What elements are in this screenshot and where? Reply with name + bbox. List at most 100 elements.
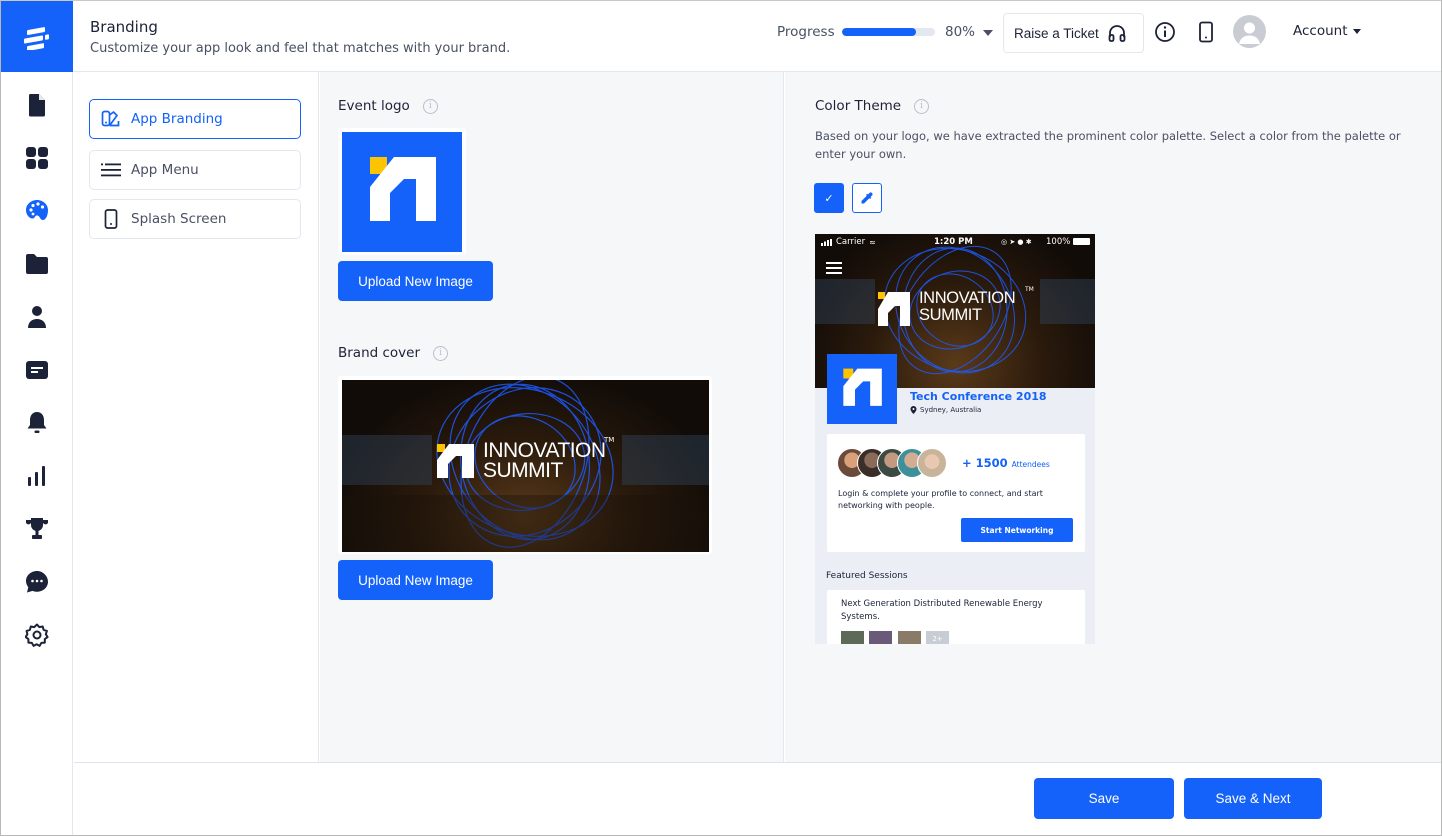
folder-icon [26, 254, 48, 274]
subnav-label: Splash Screen [131, 211, 227, 227]
settings-gear-icon [25, 623, 49, 647]
status-carrier: Carrier [836, 237, 866, 247]
mobile-preview-button[interactable] [1198, 21, 1214, 47]
menu-lines-icon [101, 163, 121, 177]
preview-networking-card: + 1500 Attendees Login & complete your p… [827, 434, 1085, 552]
info-icon[interactable]: i [433, 345, 449, 361]
color-picker-button[interactable] [852, 183, 882, 213]
color-theme-title: Color Theme [815, 98, 902, 114]
rail-item-messages[interactable] [1, 355, 73, 385]
info-icon[interactable]: i [422, 98, 438, 114]
check-icon: ✓ [824, 191, 834, 205]
color-theme-heading: Color Theme i [815, 98, 930, 114]
save-next-button[interactable]: Save & Next [1184, 778, 1322, 819]
preview-cover-title: INNOVATION SUMMIT [919, 290, 1016, 324]
speaker-thumbnail [898, 631, 921, 644]
page-title: Branding [90, 18, 158, 36]
page-header: Branding Customize your app look and fee… [73, 1, 1441, 72]
cover-title-line2: SUMMIT [483, 459, 563, 482]
upload-logo-button[interactable]: Upload New Image [338, 261, 493, 301]
signal-icon [821, 238, 832, 246]
start-networking-button[interactable]: Start Networking [961, 518, 1073, 542]
cover-trademark: TM [604, 436, 615, 444]
rail-item-people[interactable] [1, 302, 73, 332]
event-logo-heading: Event logo i [338, 98, 438, 114]
color-theme-description: Based on your logo, we have extracted th… [815, 129, 1401, 161]
speaker-thumbnail [841, 631, 864, 644]
status-time: 1:20 PM [934, 237, 973, 247]
account-label: Account [1293, 23, 1348, 39]
status-indicators-icon: ◎ ➤ ● ✱ [1001, 238, 1032, 246]
page-footer: Save Save & Next [74, 762, 1441, 835]
subnav-label: App Menu [131, 162, 199, 178]
rail-item-dashboard[interactable] [1, 143, 73, 173]
subnav-item-app-menu[interactable]: App Menu [89, 150, 301, 190]
cover-title-line1: INNOVATION [483, 439, 606, 462]
preview-cover-line2: SUMMIT [919, 306, 982, 324]
subnav-label: App Branding [131, 111, 223, 127]
preview-event-location: Sydney, Australia [910, 406, 981, 414]
event-logo-image [342, 132, 462, 252]
innovation-logo-mark [843, 368, 882, 406]
account-menu[interactable]: Account [1293, 23, 1361, 39]
rail-item-branding[interactable] [1, 196, 73, 226]
app-logo-icon [24, 26, 49, 50]
trophy-icon [26, 518, 48, 539]
progress-bar-fill [842, 28, 917, 36]
brand-cover-image: INNOVATION SUMMIT TM [342, 380, 709, 552]
session-title: Next Generation Distributed Renewable En… [841, 599, 1043, 622]
info-icon[interactable]: i [914, 98, 930, 114]
mobile-phone-icon [1199, 21, 1213, 43]
brand-cover-preview: INNOVATION SUMMIT TM [338, 376, 712, 554]
rail-item-leaderboard[interactable] [1, 514, 73, 544]
featured-sessions-title: Featured Sessions [826, 571, 908, 581]
wifi-icon: ≈ [869, 237, 876, 247]
rail-item-settings[interactable] [1, 620, 73, 650]
preview-hamburger-menu[interactable] [826, 259, 842, 278]
progress-bar [842, 28, 935, 36]
preview-event-name: Tech Conference 2018 [910, 390, 1047, 403]
bar-chart-icon [28, 466, 45, 486]
rail-item-documents[interactable] [1, 90, 73, 120]
attendee-avatar [917, 448, 947, 478]
brand-cover-heading: Brand cover i [338, 345, 449, 361]
app-logo[interactable] [1, 1, 73, 72]
primary-sidebar [1, 1, 73, 835]
bell-icon [27, 412, 47, 433]
color-swatch-selected[interactable]: ✓ [814, 183, 844, 213]
rail-item-files[interactable] [1, 249, 73, 279]
headset-icon [1108, 25, 1126, 42]
subnav-item-splash-screen[interactable]: Splash Screen [89, 199, 301, 239]
upload-cover-button[interactable]: Upload New Image [338, 560, 493, 600]
info-button[interactable] [1154, 21, 1176, 47]
branding-icon [101, 110, 120, 127]
preview-trademark: TM [1025, 286, 1034, 293]
color-theme-panel: Color Theme i Based on your logo, we hav… [785, 72, 1441, 762]
save-button[interactable]: Save [1034, 778, 1174, 819]
attendee-count: + 1500 Attendees [962, 456, 1050, 470]
networking-message: Login & complete your profile to connect… [838, 489, 1043, 510]
event-logo-preview [338, 128, 466, 255]
palette-icon [26, 200, 48, 220]
avatar-placeholder-icon [1239, 22, 1260, 44]
attendee-label: Attendees [1011, 460, 1050, 469]
caret-down-icon [1352, 28, 1361, 34]
raise-ticket-button[interactable]: Raise a Ticket [1003, 13, 1144, 53]
more-speakers-badge: 2+ [926, 631, 949, 644]
progress-percent: 80% [945, 24, 976, 40]
brand-cover-title: Brand cover [338, 345, 421, 361]
user-avatar[interactable] [1233, 15, 1266, 48]
rail-item-chat[interactable] [1, 567, 73, 597]
chat-bubble-icon [26, 571, 48, 593]
message-card-icon [26, 361, 48, 379]
cover-title: INNOVATION SUMMIT [483, 439, 606, 482]
rail-item-analytics[interactable] [1, 461, 73, 491]
hamburger-icon [826, 262, 842, 274]
subnav-item-app-branding[interactable]: App Branding [89, 99, 301, 139]
progress-dropdown-toggle[interactable] [983, 30, 993, 36]
dashboard-grid-icon [26, 147, 48, 169]
rail-item-notifications[interactable] [1, 408, 73, 438]
status-battery: 100% [1046, 237, 1071, 247]
attendee-number: + 1500 [962, 456, 1008, 470]
preview-event-logo [827, 354, 897, 424]
